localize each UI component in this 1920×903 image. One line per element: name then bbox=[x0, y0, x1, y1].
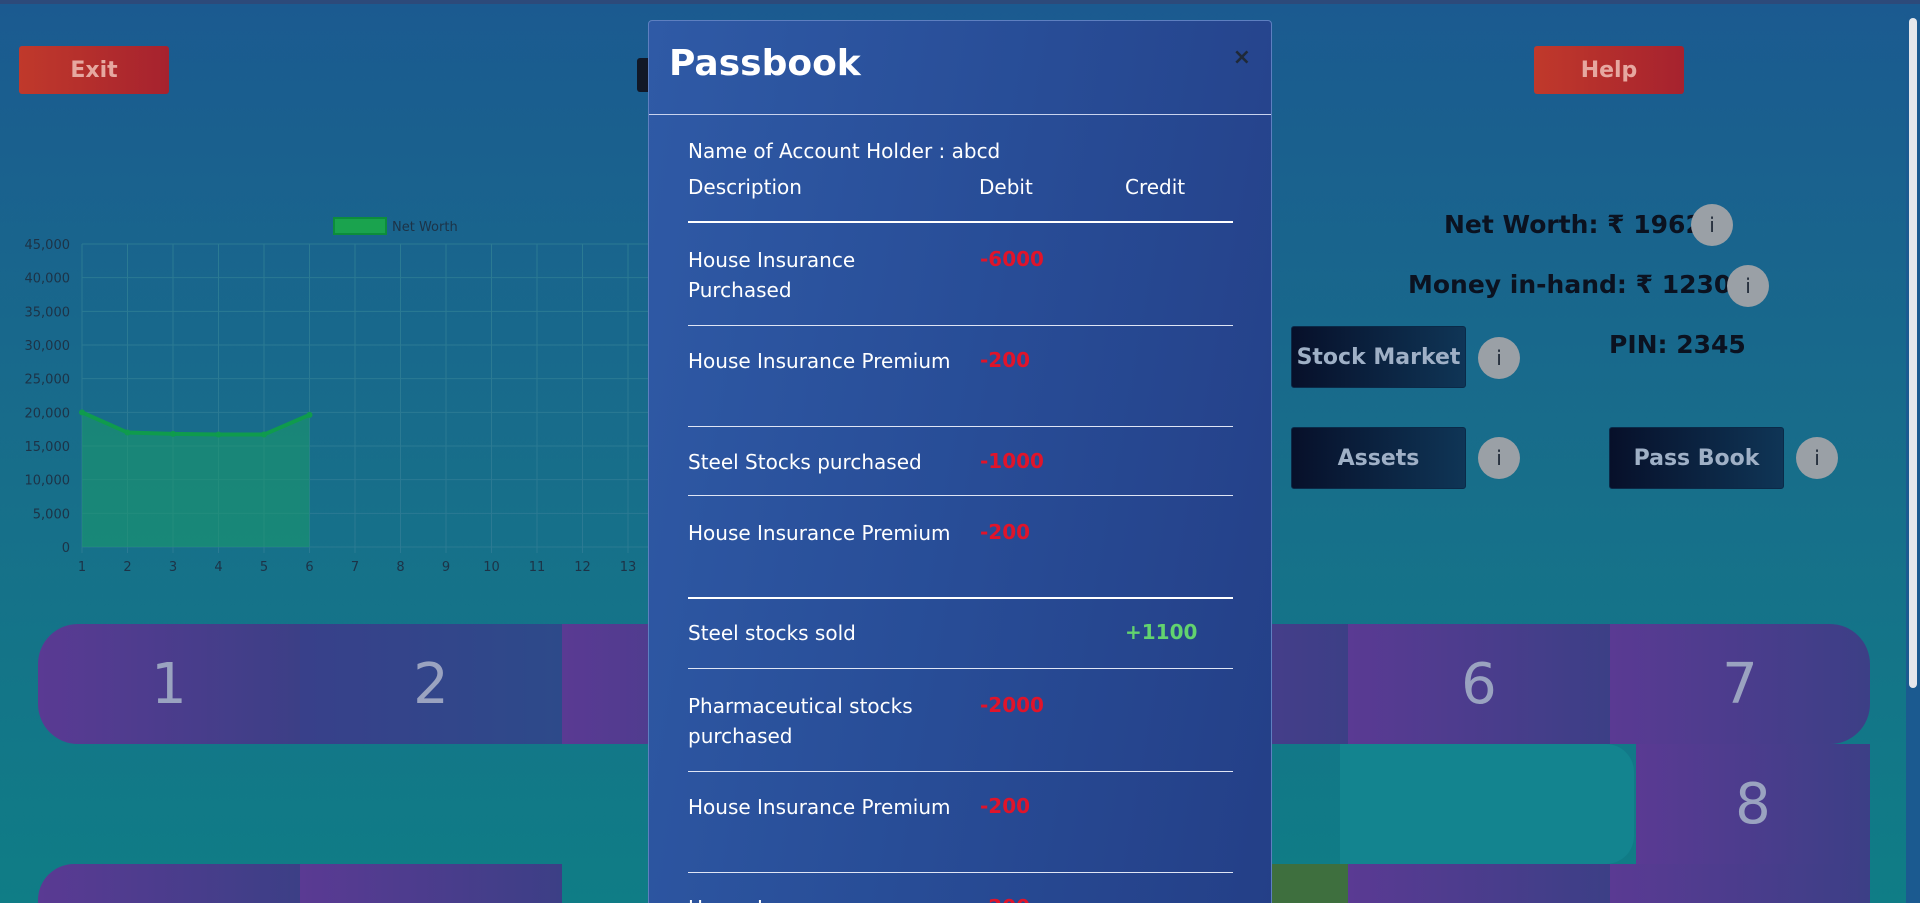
data-point bbox=[79, 409, 85, 416]
row-debit: -6000 bbox=[980, 247, 1044, 271]
column-debit: Debit bbox=[979, 175, 1033, 199]
y-tick-label: 15,000 bbox=[25, 440, 71, 455]
y-tick-label: 40,000 bbox=[25, 272, 71, 287]
row-divider bbox=[688, 597, 1233, 599]
board-cell-row3-a bbox=[38, 864, 300, 903]
y-tick-label: 35,000 bbox=[25, 305, 71, 320]
x-tick-label: 2 bbox=[123, 560, 131, 575]
y-tick-labels: 45,000 40,000 35,000 30,000 25,000 20,000 15,0… bbox=[25, 238, 71, 556]
passbook-title: Passbook bbox=[669, 43, 861, 84]
board-cell-2: 2 bbox=[300, 624, 562, 744]
exit-button[interactable]: Exit bbox=[19, 46, 169, 94]
x-tick-label: 12 bbox=[574, 560, 591, 575]
assets-info-icon[interactable]: i bbox=[1478, 437, 1520, 479]
y-tick-label: 10,000 bbox=[25, 474, 71, 489]
x-tick-label: 11 bbox=[529, 560, 546, 575]
scrollbar[interactable] bbox=[1906, 4, 1920, 903]
row-description: Pharmaceutical stocks purchased bbox=[688, 694, 913, 748]
board-cell-7: 7 bbox=[1610, 624, 1870, 744]
account-holder: Name of Account Holder : abcd bbox=[688, 139, 1001, 163]
board-cell-row3-c bbox=[1348, 864, 1610, 903]
legend-swatch bbox=[333, 217, 387, 235]
row-divider bbox=[688, 325, 1233, 326]
row-divider bbox=[688, 872, 1233, 873]
y-tick-label: 20,000 bbox=[25, 406, 71, 421]
row-description: Steel stocks sold bbox=[688, 621, 856, 645]
row-divider bbox=[688, 426, 1233, 427]
x-tick-label: 13 bbox=[620, 560, 637, 575]
row-divider bbox=[688, 668, 1233, 669]
row-divider bbox=[688, 495, 1233, 496]
pin-value: PIN: 2345 bbox=[1609, 330, 1746, 359]
board-cell-row3-d bbox=[1610, 864, 1870, 903]
x-tick-label: 5 bbox=[260, 560, 268, 575]
board-cell-green bbox=[1272, 864, 1348, 903]
net-worth-value: Net Worth: ₹ 19629 bbox=[1444, 210, 1721, 239]
legend-label: Net Worth bbox=[392, 220, 458, 235]
top-border bbox=[0, 0, 1920, 4]
row-debit: -200 bbox=[980, 348, 1031, 372]
assets-button[interactable]: Assets bbox=[1291, 427, 1466, 489]
board-cell-6: 6 bbox=[1348, 624, 1610, 744]
column-description: Description bbox=[688, 175, 802, 199]
y-tick-label: 45,000 bbox=[25, 238, 71, 253]
data-point bbox=[261, 431, 267, 438]
row-description: House Insurance bbox=[688, 893, 958, 903]
x-tick-label: 6 bbox=[305, 560, 313, 575]
y-tick-label: 0 bbox=[62, 541, 70, 556]
x-tick-label: 1 bbox=[78, 560, 86, 575]
pass-book-button[interactable]: Pass Book bbox=[1609, 427, 1784, 489]
close-icon[interactable]: × bbox=[1233, 45, 1251, 70]
header-divider bbox=[688, 221, 1233, 223]
data-point bbox=[170, 430, 176, 437]
x-tick-label: 10 bbox=[483, 560, 500, 575]
x-tick-labels: 1 2 3 4 5 6 7 8 9 10 11 12 13 bbox=[78, 560, 636, 575]
row-description: House Insurance Premium bbox=[688, 795, 951, 819]
y-tick-label: 25,000 bbox=[25, 373, 71, 388]
net-worth-chart: 45,00040,00035,00030,00025,00020,00015,0… bbox=[25, 217, 650, 575]
pass-book-info-icon[interactable]: i bbox=[1796, 437, 1838, 479]
modal-divider bbox=[649, 114, 1271, 115]
y-tick-label: 30,000 bbox=[25, 339, 71, 354]
row-description: House Insurance Premium bbox=[688, 349, 951, 373]
data-point bbox=[215, 431, 222, 438]
x-tick-label: 4 bbox=[214, 560, 222, 575]
x-tick-label: 7 bbox=[351, 560, 359, 575]
x-tick-label: 9 bbox=[442, 560, 450, 575]
row-debit: -2000 bbox=[980, 693, 1044, 717]
row-description: Steel Stocks purchased bbox=[688, 450, 922, 474]
help-button[interactable]: Help bbox=[1534, 46, 1684, 94]
row-debit: -1000 bbox=[980, 449, 1044, 473]
board-path bbox=[1340, 744, 1634, 864]
row-credit: +1100 bbox=[1125, 620, 1198, 644]
column-credit: Credit bbox=[1125, 175, 1186, 199]
board-cell-row3-b bbox=[300, 864, 562, 903]
row-debit: -200 bbox=[980, 895, 1030, 903]
board-cell-8: 8 bbox=[1636, 744, 1870, 864]
row-debit: -200 bbox=[980, 794, 1031, 818]
row-description: House Insurance Premium bbox=[688, 521, 951, 545]
net-worth-info-icon[interactable]: i bbox=[1691, 204, 1733, 246]
y-tick-label: 5,000 bbox=[33, 507, 70, 522]
row-debit: -200 bbox=[980, 520, 1031, 544]
board-cell-1: 1 bbox=[38, 624, 300, 744]
passbook-modal: Passbook × Name of Account Holder : abcd… bbox=[648, 20, 1272, 903]
scrollbar-thumb[interactable] bbox=[1909, 18, 1917, 688]
x-tick-label: 8 bbox=[396, 560, 404, 575]
x-tick-label: 3 bbox=[169, 560, 177, 575]
money-in-hand-value: Money in-hand: ₹ 12300 bbox=[1408, 270, 1749, 299]
row-divider bbox=[688, 771, 1233, 772]
stock-market-info-icon[interactable]: i bbox=[1478, 337, 1520, 379]
row-description: House Insurance Purchased bbox=[688, 248, 856, 302]
data-point bbox=[124, 429, 131, 436]
money-info-icon[interactable]: i bbox=[1727, 265, 1769, 307]
stock-market-button[interactable]: Stock Market bbox=[1291, 326, 1466, 388]
data-point bbox=[306, 411, 313, 418]
